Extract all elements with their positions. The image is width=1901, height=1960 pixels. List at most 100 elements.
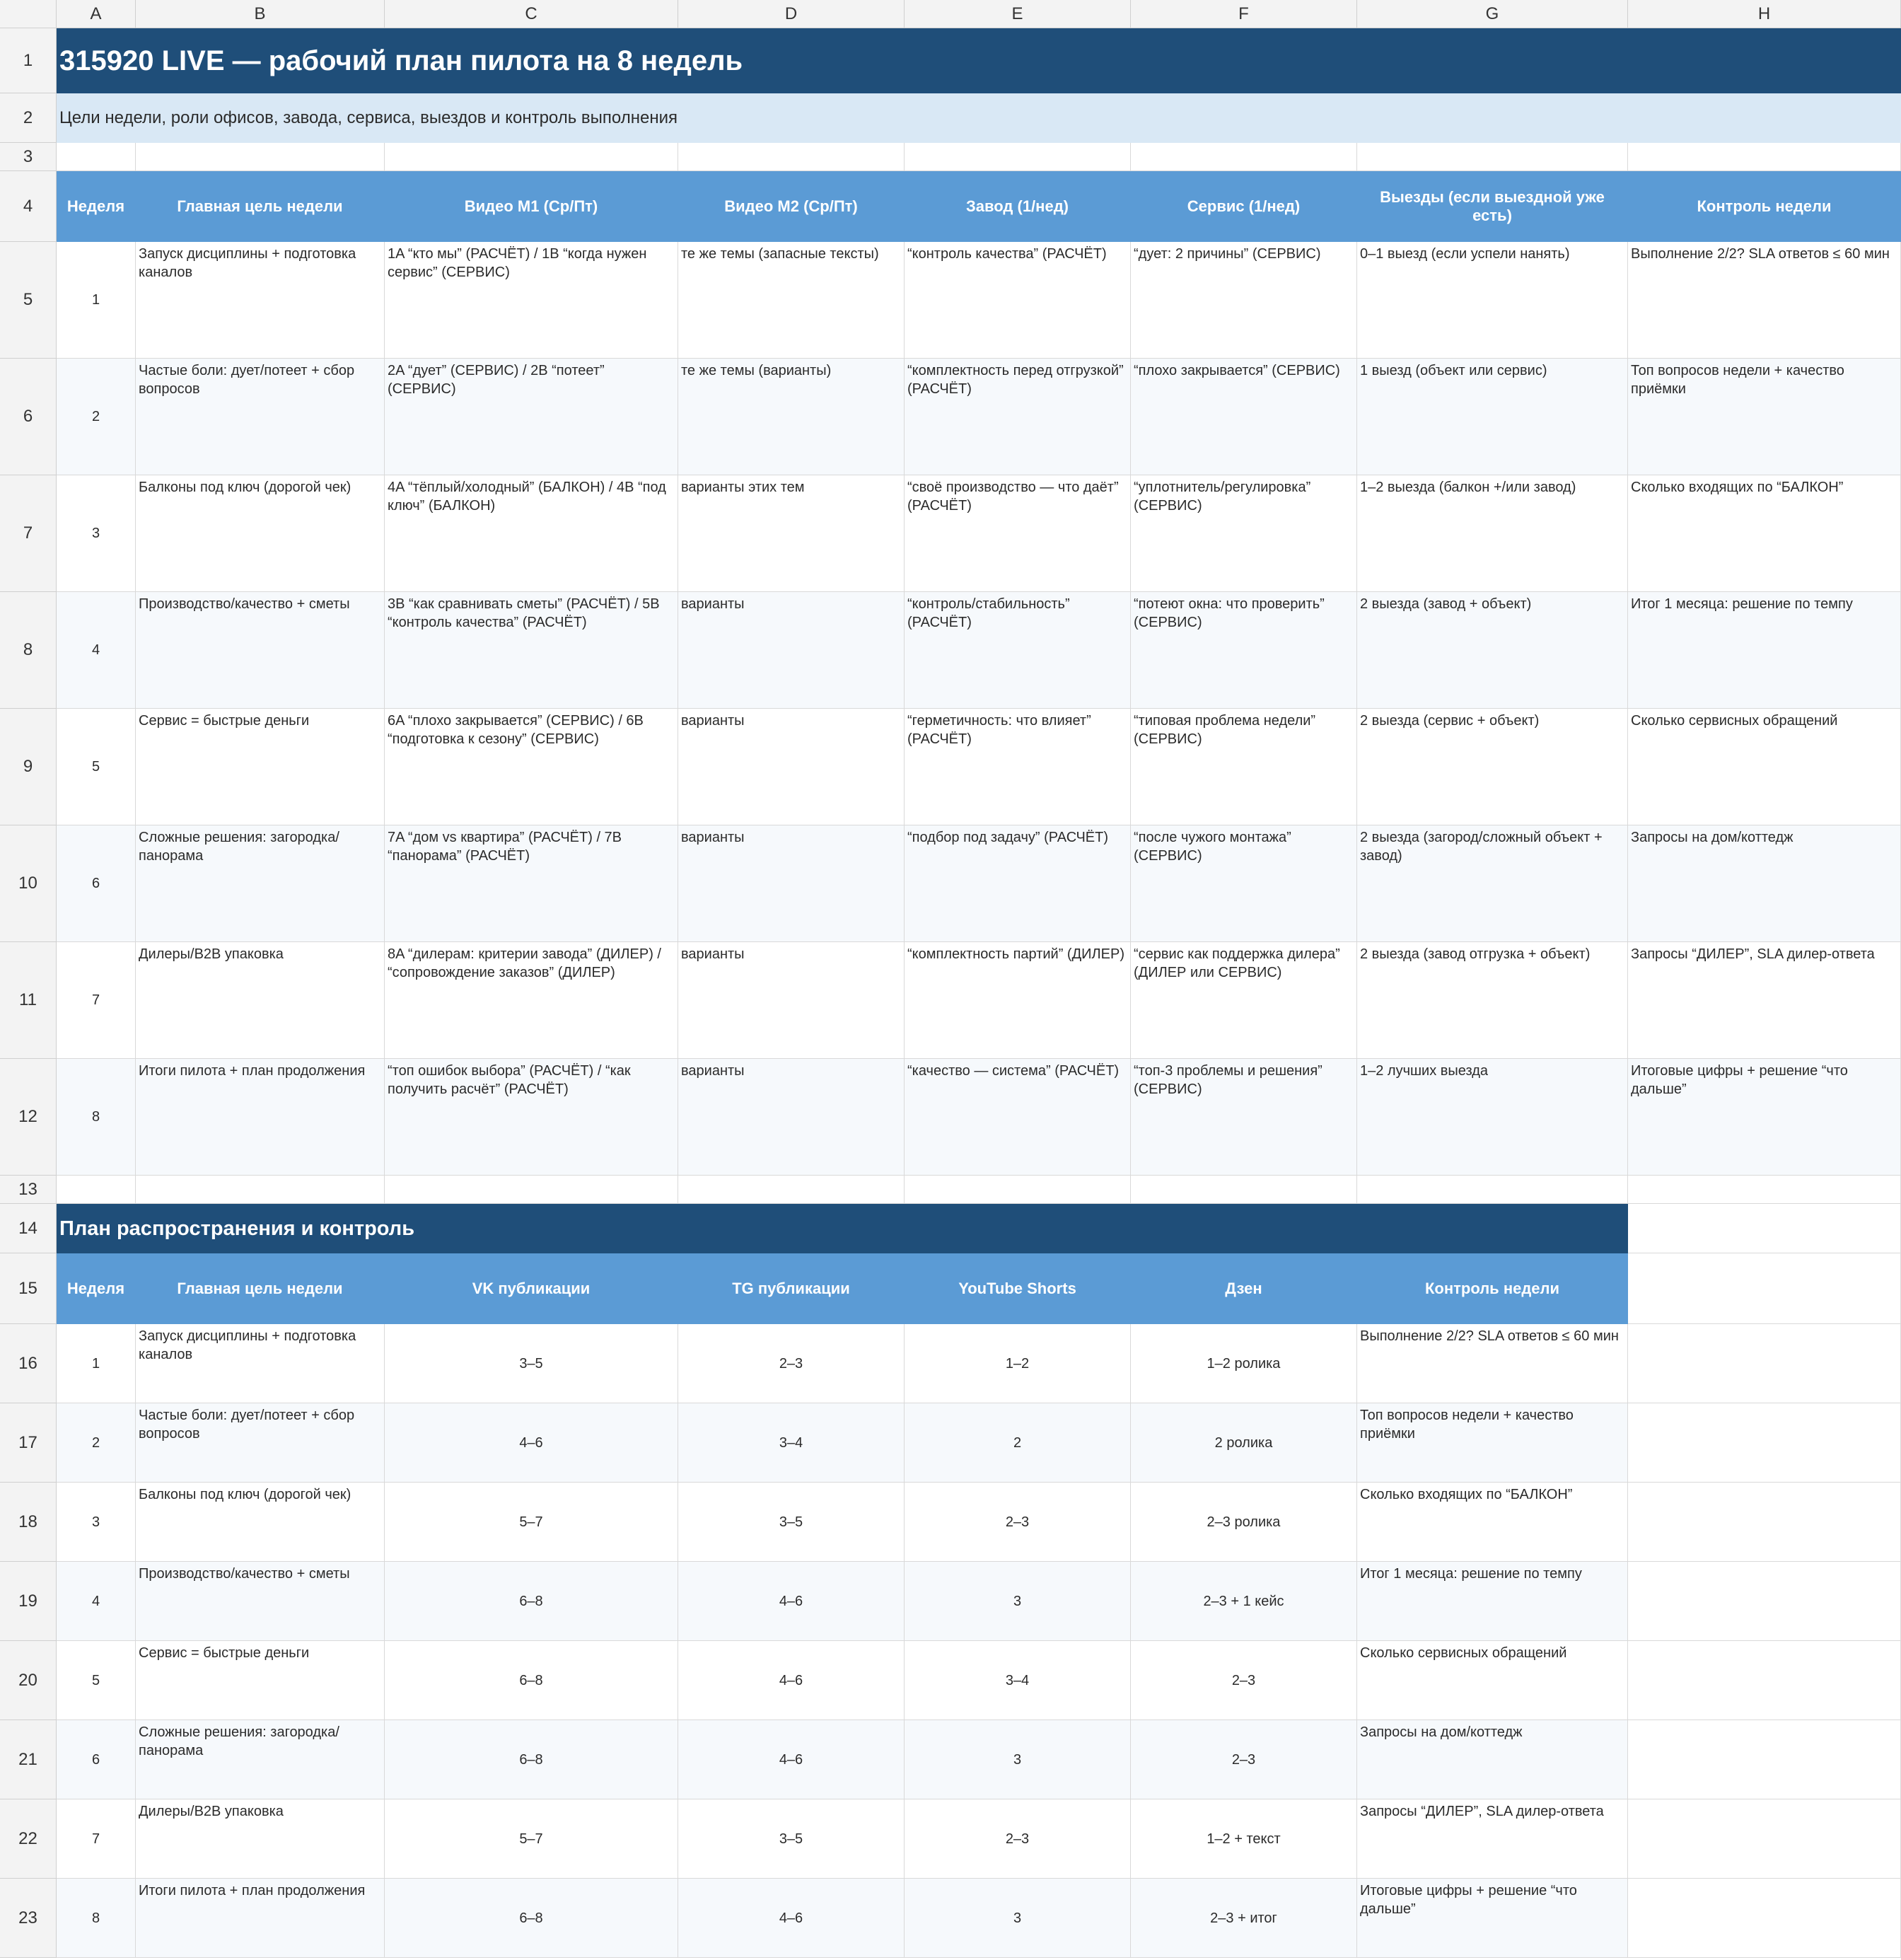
dist-cell[interactable]: Итоги пилота + план продолжения bbox=[136, 1879, 385, 1958]
dist-cell[interactable]: 6 bbox=[57, 1720, 136, 1799]
plan-cell[interactable]: Балконы под ключ (дорогой чек) bbox=[136, 475, 385, 592]
plan-cell[interactable]: Сколько входящих по “БАЛКОН” bbox=[1628, 475, 1901, 592]
plan-cell[interactable]: “после чужого монтажа” (СЕРВИС) bbox=[1131, 825, 1357, 942]
plan-cell[interactable]: 2 bbox=[57, 359, 136, 475]
dist-cell[interactable]: 2–3 + итог bbox=[1131, 1879, 1357, 1958]
dist-cell[interactable]: 6–8 bbox=[385, 1562, 678, 1641]
row-header-22[interactable]: 22 bbox=[0, 1799, 57, 1879]
plan-cell[interactable]: Сколько сервисных обращений bbox=[1628, 709, 1901, 825]
plan-cell[interactable]: 4A “тёплый/холодный” (БАЛКОН) / 4B “под … bbox=[385, 475, 678, 592]
empty-cell[interactable] bbox=[1628, 1879, 1901, 1958]
empty-cell[interactable] bbox=[57, 143, 136, 171]
dist-cell[interactable]: 5 bbox=[57, 1641, 136, 1720]
plan-cell[interactable]: Итог 1 месяца: решение по темпу bbox=[1628, 592, 1901, 709]
plan-cell[interactable]: “уплотнитель/регулировка” (СЕРВИС) bbox=[1131, 475, 1357, 592]
dist-header-cell[interactable]: VK публикации bbox=[385, 1253, 678, 1324]
plan-cell[interactable]: “герметичность: что влияет” (РАСЧЁТ) bbox=[905, 709, 1131, 825]
dist-cell[interactable]: 2 bbox=[905, 1403, 1131, 1483]
empty-cell[interactable] bbox=[1131, 143, 1357, 171]
plan-cell[interactable]: 1–2 выезда (балкон +/или завод) bbox=[1357, 475, 1628, 592]
empty-cell[interactable] bbox=[905, 143, 1131, 171]
dist-cell[interactable]: Балконы под ключ (дорогой чек) bbox=[136, 1483, 385, 1562]
empty-cell[interactable] bbox=[57, 1176, 136, 1204]
dist-cell[interactable]: Сколько входящих по “БАЛКОН” bbox=[1357, 1483, 1628, 1562]
plan-cell[interactable]: 2 выезда (завод + объект) bbox=[1357, 592, 1628, 709]
empty-cell[interactable] bbox=[1628, 1562, 1901, 1641]
plan-cell[interactable]: “дует: 2 причины” (СЕРВИС) bbox=[1131, 242, 1357, 359]
dist-cell[interactable]: 3 bbox=[57, 1483, 136, 1562]
dist-cell[interactable]: 8 bbox=[57, 1879, 136, 1958]
plan-cell[interactable]: 6 bbox=[57, 825, 136, 942]
plan-cell[interactable]: “качество — система” (РАСЧЁТ) bbox=[905, 1059, 1131, 1176]
plan-cell[interactable]: варианты bbox=[678, 825, 905, 942]
column-header-d[interactable]: D bbox=[678, 0, 905, 28]
dist-cell[interactable]: 2–3 bbox=[1131, 1641, 1357, 1720]
empty-cell[interactable] bbox=[678, 1176, 905, 1204]
column-header-g[interactable]: G bbox=[1357, 0, 1628, 28]
dist-cell[interactable]: 4–6 bbox=[678, 1879, 905, 1958]
plan-cell[interactable]: варианты bbox=[678, 942, 905, 1059]
dist-cell[interactable]: 2–3 + 1 кейс bbox=[1131, 1562, 1357, 1641]
dist-cell[interactable]: Сервис = быстрые деньги bbox=[136, 1641, 385, 1720]
dist-cell[interactable]: 1–2 bbox=[905, 1324, 1131, 1403]
plan-header-cell[interactable]: Завод (1/нед) bbox=[905, 171, 1131, 242]
dist-cell[interactable]: 4–6 bbox=[678, 1720, 905, 1799]
dist-cell[interactable]: 5–7 bbox=[385, 1483, 678, 1562]
row-header-14[interactable]: 14 bbox=[0, 1204, 57, 1253]
column-header-a[interactable]: A bbox=[57, 0, 136, 28]
dist-cell[interactable]: Частые боли: дует/потеет + сбор вопросов bbox=[136, 1403, 385, 1483]
row-header-20[interactable]: 20 bbox=[0, 1641, 57, 1720]
plan-cell[interactable]: 3B “как сравнивать сметы” (РАСЧЁТ) / 5B … bbox=[385, 592, 678, 709]
plan-header-cell[interactable]: Главная цель недели bbox=[136, 171, 385, 242]
empty-cell[interactable] bbox=[1628, 1720, 1901, 1799]
dist-header-cell[interactable]: TG публикации bbox=[678, 1253, 905, 1324]
dist-cell[interactable]: Итоговые цифры + решение “что дальше” bbox=[1357, 1879, 1628, 1958]
plan-cell[interactable]: 4 bbox=[57, 592, 136, 709]
row-header-17[interactable]: 17 bbox=[0, 1403, 57, 1483]
plan-cell[interactable]: “плохо закрывается” (СЕРВИС) bbox=[1131, 359, 1357, 475]
plan-cell[interactable]: 8A “дилерам: критерии завода” (ДИЛЕР) / … bbox=[385, 942, 678, 1059]
plan-cell[interactable]: Дилеры/B2B упаковка bbox=[136, 942, 385, 1059]
plan-cell[interactable]: 1 bbox=[57, 242, 136, 359]
plan-cell[interactable]: 7A “дом vs квартира” (РАСЧЁТ) / 7B “пано… bbox=[385, 825, 678, 942]
plan-cell[interactable]: Запросы на дом/коттедж bbox=[1628, 825, 1901, 942]
empty-cell[interactable] bbox=[1628, 1204, 1901, 1253]
plan-cell[interactable]: “подбор под задачу” (РАСЧЁТ) bbox=[905, 825, 1131, 942]
plan-cell[interactable]: 1–2 лучших выезда bbox=[1357, 1059, 1628, 1176]
dist-cell[interactable]: 3–5 bbox=[385, 1324, 678, 1403]
sheet-subtitle[interactable]: Цели недели, роли офисов, завода, сервис… bbox=[57, 93, 1901, 143]
column-header-h[interactable]: H bbox=[1628, 0, 1901, 28]
empty-cell[interactable] bbox=[678, 143, 905, 171]
dist-cell[interactable]: 5–7 bbox=[385, 1799, 678, 1879]
plan-header-cell[interactable]: Видео М2 (Ср/Пт) bbox=[678, 171, 905, 242]
dist-cell[interactable]: 1–2 + текст bbox=[1131, 1799, 1357, 1879]
dist-cell[interactable]: 3 bbox=[905, 1562, 1131, 1641]
plan-cell[interactable]: “потеют окна: что проверить” (СЕРВИС) bbox=[1131, 592, 1357, 709]
plan-cell[interactable]: 5 bbox=[57, 709, 136, 825]
plan-cell[interactable]: Производство/качество + сметы bbox=[136, 592, 385, 709]
select-all-corner[interactable] bbox=[0, 0, 57, 28]
dist-cell[interactable]: 3 bbox=[905, 1879, 1131, 1958]
row-header-11[interactable]: 11 bbox=[0, 942, 57, 1059]
plan-cell[interactable]: те же темы (варианты) bbox=[678, 359, 905, 475]
section-title[interactable]: План распространения и контроль bbox=[57, 1204, 1628, 1253]
plan-cell[interactable]: “сервис как поддержка дилера” (ДИЛЕР или… bbox=[1131, 942, 1357, 1059]
plan-cell[interactable]: те же темы (запасные тексты) bbox=[678, 242, 905, 359]
row-header-1[interactable]: 1 bbox=[0, 28, 57, 93]
plan-cell[interactable]: Сервис = быстрые деньги bbox=[136, 709, 385, 825]
dist-cell[interactable]: 3–5 bbox=[678, 1799, 905, 1879]
plan-cell[interactable]: Частые боли: дует/потеет + сбор вопросов bbox=[136, 359, 385, 475]
row-header-21[interactable]: 21 bbox=[0, 1720, 57, 1799]
dist-cell[interactable]: Сложные решения: загородка/панорама bbox=[136, 1720, 385, 1799]
plan-cell[interactable]: 1 выезд (объект или сервис) bbox=[1357, 359, 1628, 475]
dist-cell[interactable]: 1–2 ролика bbox=[1131, 1324, 1357, 1403]
plan-cell[interactable]: варианты bbox=[678, 1059, 905, 1176]
empty-cell[interactable] bbox=[1628, 1176, 1901, 1204]
plan-cell[interactable]: варианты этих тем bbox=[678, 475, 905, 592]
dist-cell[interactable]: 3–4 bbox=[678, 1403, 905, 1483]
dist-cell[interactable]: 2–3 bbox=[678, 1324, 905, 1403]
dist-header-cell[interactable]: Контроль недели bbox=[1357, 1253, 1628, 1324]
plan-cell[interactable]: “контроль/стабильность” (РАСЧЁТ) bbox=[905, 592, 1131, 709]
plan-cell[interactable]: 7 bbox=[57, 942, 136, 1059]
plan-cell[interactable]: Итоговые цифры + решение “что дальше” bbox=[1628, 1059, 1901, 1176]
